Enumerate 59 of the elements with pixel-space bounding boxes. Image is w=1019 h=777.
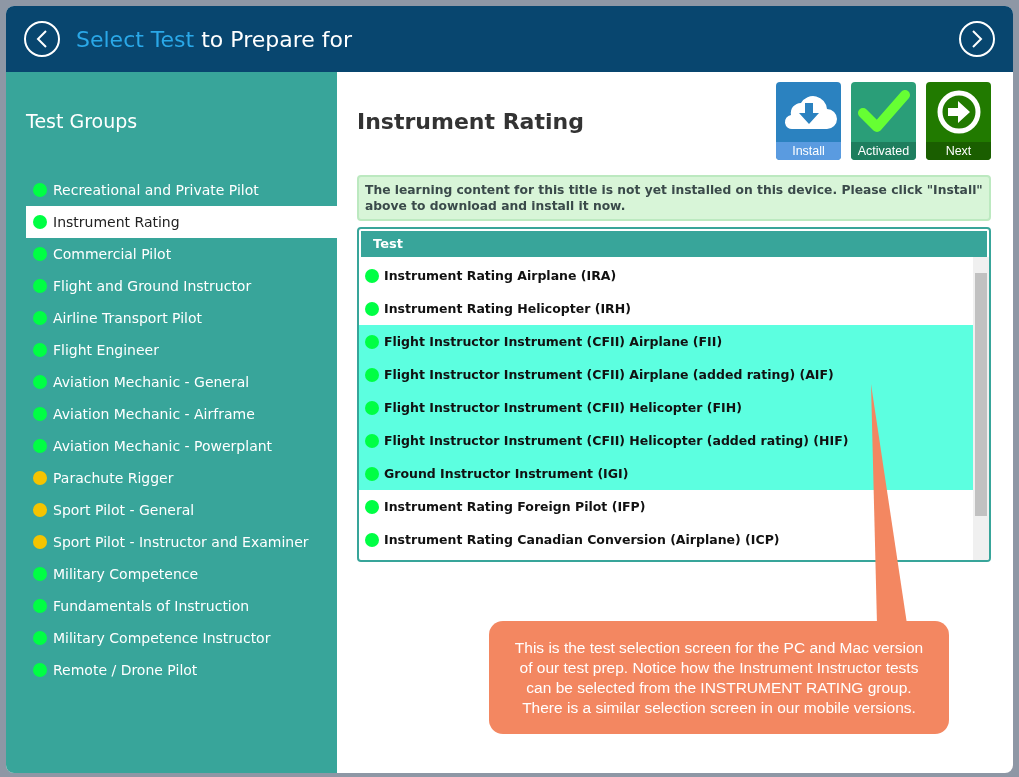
sidebar-item-label: Aviation Mechanic - General [53, 374, 250, 390]
sidebar-item[interactable]: Airline Transport Pilot [26, 302, 337, 334]
sidebar-item[interactable]: Aviation Mechanic - Airframe [26, 398, 337, 430]
sidebar-item[interactable]: Sport Pilot - General [26, 494, 337, 526]
activated-button[interactable]: Activated [851, 82, 916, 160]
test-row[interactable]: Flight Instructor Instrument (CFII) Airplane (added rating) (AIF) [359, 358, 973, 391]
sidebar-item-label: Parachute Rigger [53, 470, 174, 486]
sidebar-item[interactable]: Remote / Drone Pilot [26, 654, 337, 686]
sidebar-item-label: Fundamentals of Instruction [53, 598, 250, 614]
test-label: Flight Instructor Instrument (CFII) Airplane (FII) [384, 334, 723, 349]
install-button[interactable]: Install [776, 82, 841, 160]
test-row[interactable]: Instrument Rating Helicopter (IRH) [359, 292, 973, 325]
sidebar-item[interactable]: Recreational and Private Pilot [26, 174, 337, 206]
test-label: Instrument Rating Helicopter (IRH) [384, 301, 631, 316]
test-label: Ground Instructor Instrument (IGI) [384, 466, 629, 481]
sidebar-item-label: Aviation Mechanic - Airframe [53, 406, 255, 422]
sidebar-item-label: Aviation Mechanic - Powerplant [53, 438, 273, 454]
sidebar-item-label: Airline Transport Pilot [53, 310, 203, 326]
test-row[interactable]: Ground Instructor Instrument (IGI) [359, 457, 973, 490]
callout-text: This is the test selection screen for the PC and Mac version of our test prep. Notice how the Instrument Instructor tests can be selected from the INSTRUMENT RATING group. There is a similar selection screen in our mobile versions. [489, 621, 949, 734]
sidebar-item[interactable]: Flight Engineer [26, 334, 337, 366]
sidebar-item-label: Remote / Drone Pilot [53, 662, 198, 678]
sidebar-item[interactable]: Instrument Rating [26, 206, 337, 238]
test-label: Instrument Rating Canadian Conversion (Airplane) (ICP) [384, 532, 780, 547]
test-row[interactable]: Flight Instructor Instrument (CFII) Airplane (FII) [359, 325, 973, 358]
sidebar-item[interactable]: Parachute Rigger [26, 462, 337, 494]
test-row[interactable]: Flight Instructor Instrument (CFII) Helicopter (FIH) [359, 391, 973, 424]
sidebar-item-label: Instrument Rating [53, 214, 180, 230]
sidebar-item-label: Flight Engineer [53, 342, 159, 358]
sidebar-item[interactable]: Military Competence [26, 558, 337, 590]
column-header: Test [361, 231, 987, 257]
test-label: Flight Instructor Instrument (CFII) Helicopter (added rating) (HIF) [384, 433, 849, 448]
test-row[interactable]: Instrument Rating Airplane (IRA) [359, 259, 973, 292]
test-row[interactable]: Instrument Rating Foreign Pilot (IFP) [359, 490, 973, 523]
sidebar-item[interactable]: Flight and Ground Instructor [26, 270, 337, 302]
group-title: Instrument Rating [357, 108, 585, 134]
sidebar-item[interactable]: Military Competence Instructor [26, 622, 337, 654]
sidebar-item-label: Military Competence [53, 566, 199, 582]
test-label: Flight Instructor Instrument (CFII) Airplane (added rating) (AIF) [384, 367, 834, 382]
test-label: Instrument Rating Foreign Pilot (IFP) [384, 499, 646, 514]
sidebar-item-label: Recreational and Private Pilot [53, 182, 259, 198]
test-row[interactable]: Instrument Rating Canadian Conversion (Airplane) (ICP) [359, 523, 973, 556]
sidebar-item[interactable]: Aviation Mechanic - General [26, 366, 337, 398]
sidebar-item-label: Military Competence Instructor [53, 630, 271, 646]
sidebar-item-label: Commercial Pilot [53, 246, 172, 262]
next-button[interactable]: Next [926, 82, 991, 160]
sidebar-item-label: Flight and Ground Instructor [53, 278, 252, 294]
notice-text: The learning content for this title is not yet installed on this device. Please click "Install" above to download and install it now. [357, 175, 991, 221]
sidebar-item[interactable]: Aviation Mechanic - Powerplant [26, 430, 337, 462]
sidebar-item[interactable]: Commercial Pilot [26, 238, 337, 270]
test-label: Flight Instructor Instrument (CFII) Helicopter (FIH) [384, 400, 742, 415]
test-label: Instrument Rating Airplane (IRA) [384, 268, 617, 283]
sidebar-item-label: Sport Pilot - General [53, 502, 195, 518]
sidebar-item-label: Sport Pilot - Instructor and Examiner [53, 534, 309, 550]
sidebar-title: Test Groups [26, 110, 139, 132]
sidebar-item[interactable]: Sport Pilot - Instructor and Examiner [26, 526, 337, 558]
window-title: Select Test to Prepare for [76, 26, 354, 52]
test-row[interactable]: Flight Instructor Instrument (CFII) Helicopter (added rating) (HIF) [359, 424, 973, 457]
sidebar-item[interactable]: Fundamentals of Instruction [26, 590, 337, 622]
